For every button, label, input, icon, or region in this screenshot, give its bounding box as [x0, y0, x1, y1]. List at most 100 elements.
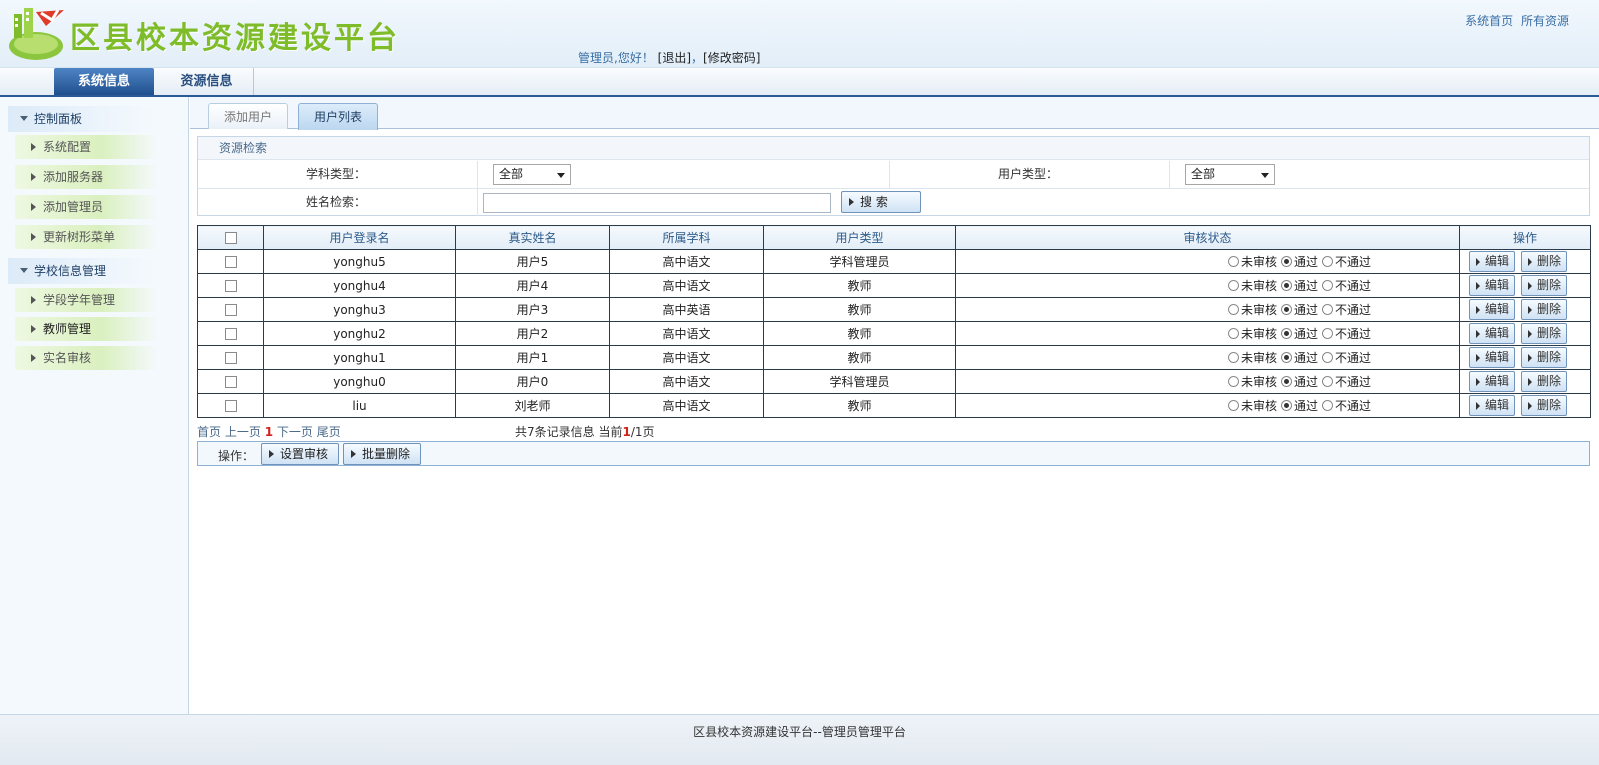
status-radio[interactable] — [1227, 280, 1239, 291]
row-checkbox[interactable] — [224, 280, 237, 292]
play-icon — [1476, 282, 1480, 290]
row-checkbox[interactable] — [224, 376, 237, 388]
edit-button[interactable]: 编辑 — [1469, 275, 1516, 296]
status-option-label: 未审核 — [1240, 399, 1277, 413]
set-review-button[interactable]: 设置审核 — [261, 443, 339, 465]
column-header[interactable]: 真实姓名 — [455, 225, 610, 250]
column-header[interactable]: 操作 — [1459, 225, 1591, 250]
delete-button[interactable]: 删除 — [1521, 347, 1568, 368]
batch-delete-button[interactable]: 批量删除 — [343, 443, 421, 465]
edit-button[interactable]: 编辑 — [1469, 251, 1516, 272]
user-type-cell: 教师 — [763, 345, 956, 370]
row-select-cell — [197, 297, 264, 322]
all-resources-link[interactable]: 所有资源 — [1521, 14, 1569, 28]
delete-button[interactable]: 删除 — [1521, 299, 1568, 320]
delete-button[interactable]: 删除 — [1521, 371, 1568, 392]
search-button[interactable]: 搜 索 — [841, 191, 921, 213]
status-radio[interactable] — [1322, 256, 1333, 267]
edit-button[interactable]: 编辑 — [1469, 395, 1516, 416]
real-name-cell: 刘老师 — [455, 393, 610, 418]
pager-last[interactable]: 尾页 — [317, 425, 341, 439]
status-radio[interactable] — [1227, 352, 1239, 363]
caret-right-icon — [31, 203, 36, 211]
table-header-row: 用户登录名 真实姓名 所属学科 用户类型 审核状态 操作 — [197, 225, 1591, 250]
select-all-checkbox[interactable] — [224, 232, 237, 244]
sidebar-item-label: 更新树形菜单 — [43, 230, 116, 244]
edit-button[interactable]: 编辑 — [1469, 371, 1516, 392]
home-link[interactable]: 系统首页 — [1465, 14, 1513, 28]
sidebar-item-update-tree-menu[interactable]: 更新树形菜单 — [15, 225, 158, 249]
status-radio[interactable] — [1280, 280, 1292, 291]
status-radio[interactable] — [1280, 256, 1292, 267]
edit-button[interactable]: 编辑 — [1469, 323, 1516, 344]
sidebar-group-school-info[interactable]: 学校信息管理 — [8, 258, 158, 284]
change-password-link[interactable]: [修改密码] — [703, 51, 760, 65]
review-status-cell: 未审核 通过 不通过 — [955, 297, 1460, 322]
sidebar-item-add-server[interactable]: 添加服务器 — [15, 165, 158, 189]
sidebar-item-teacher-management[interactable]: 教师管理 — [15, 317, 158, 341]
status-radio[interactable] — [1322, 376, 1333, 387]
status-radio[interactable] — [1280, 328, 1292, 339]
subject-type-select[interactable]: 全部 — [493, 164, 571, 185]
column-header[interactable]: 用户类型 — [763, 225, 956, 250]
pager-page: 1 — [622, 425, 631, 439]
status-radio[interactable] — [1227, 400, 1239, 411]
status-option-label: 未审核 — [1240, 327, 1277, 341]
status-radio[interactable] — [1280, 376, 1292, 387]
row-checkbox[interactable] — [224, 400, 237, 412]
row-checkbox[interactable] — [224, 256, 237, 268]
status-radio[interactable] — [1322, 400, 1333, 411]
edit-button[interactable]: 编辑 — [1469, 347, 1516, 368]
sidebar-item-grade-year[interactable]: 学段学年管理 — [15, 288, 158, 312]
sidebar-group-control-panel[interactable]: 控制面板 — [8, 106, 158, 132]
logout-link[interactable]: [退出] — [658, 51, 691, 65]
status-radio[interactable] — [1322, 304, 1333, 315]
table-row: yonghu0 用户0 高中语文 学科管理员 未审核 通过 不通过 编辑 删除 — [197, 369, 1591, 394]
review-status-radios: 未审核 通过 不通过 — [1224, 301, 1371, 318]
delete-button[interactable]: 删除 — [1521, 323, 1568, 344]
pager-first[interactable]: 首页 — [197, 425, 221, 439]
name-search-input[interactable] — [483, 193, 831, 213]
search-value-cell: 全部 — [478, 161, 890, 188]
actions-cell: 编辑 删除 — [1459, 249, 1591, 274]
delete-button[interactable]: 删除 — [1521, 395, 1568, 416]
status-radio[interactable] — [1322, 328, 1333, 339]
row-select-cell — [197, 321, 264, 346]
pager-next[interactable]: 下一页 — [277, 425, 313, 439]
column-header[interactable]: 所属学科 — [609, 225, 764, 250]
status-radio[interactable] — [1227, 256, 1239, 267]
status-radio[interactable] — [1280, 400, 1292, 411]
status-radio[interactable] — [1322, 352, 1333, 363]
actions-cell: 编辑 删除 — [1459, 297, 1591, 322]
pager-prev[interactable]: 上一页 — [225, 425, 261, 439]
status-radio[interactable] — [1227, 304, 1239, 315]
nav-tab-resource-info[interactable]: 资源信息 — [160, 68, 254, 95]
status-radio[interactable] — [1280, 352, 1292, 363]
edit-button[interactable]: 编辑 — [1469, 299, 1516, 320]
name-search-label: 姓名检索： — [306, 195, 367, 209]
status-radio[interactable] — [1322, 280, 1333, 291]
tab-add-user[interactable]: 添加用户 — [208, 103, 288, 129]
real-name-cell: 用户1 — [455, 345, 610, 370]
batch-delete-label: 批量删除 — [362, 447, 411, 461]
search-label-cell: 姓名检索： — [198, 189, 478, 216]
row-checkbox[interactable] — [224, 328, 237, 340]
column-header[interactable]: 审核状态 — [955, 225, 1460, 250]
tab-user-list[interactable]: 用户列表 — [298, 103, 378, 130]
status-radio[interactable] — [1227, 376, 1239, 387]
status-radio[interactable] — [1280, 304, 1292, 315]
welcome-text: 管理员,您好！ — [578, 51, 654, 65]
user-type-select[interactable]: 全部 — [1185, 164, 1275, 185]
status-radio[interactable] — [1227, 328, 1239, 339]
sidebar-item-add-admin[interactable]: 添加管理员 — [15, 195, 158, 219]
review-status-cell: 未审核 通过 不通过 — [955, 345, 1460, 370]
row-checkbox[interactable] — [224, 352, 237, 364]
nav-tab-system-info[interactable]: 系统信息 — [54, 68, 154, 95]
delete-button[interactable]: 删除 — [1521, 251, 1568, 272]
row-checkbox[interactable] — [224, 304, 237, 316]
column-header[interactable]: 用户登录名 — [263, 225, 456, 250]
sidebar-item-system-config[interactable]: 系统配置 — [15, 135, 158, 159]
delete-button[interactable]: 删除 — [1521, 275, 1568, 296]
sidebar-item-real-name-review[interactable]: 实名审核 — [15, 346, 158, 370]
edit-label: 编辑 — [1485, 374, 1510, 388]
